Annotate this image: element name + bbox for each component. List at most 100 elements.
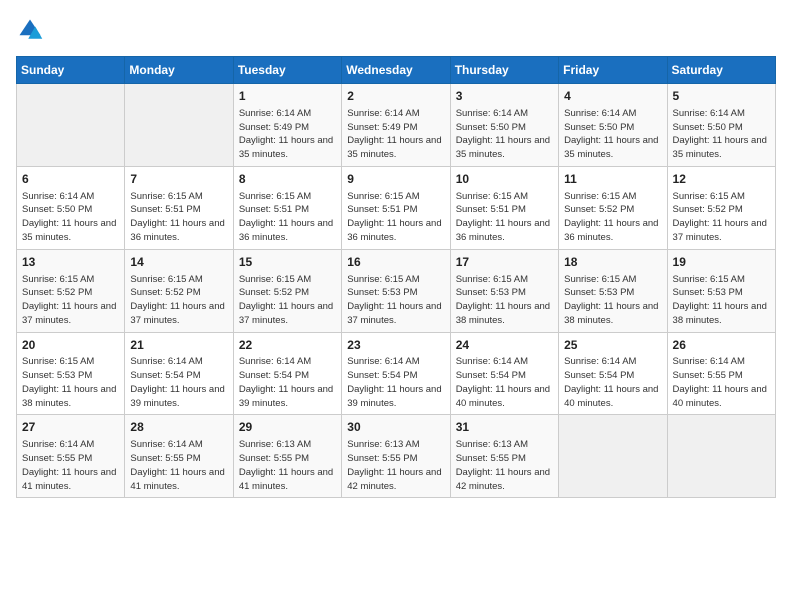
calendar-table: SundayMondayTuesdayWednesdayThursdayFrid… xyxy=(16,56,776,498)
header-day-saturday: Saturday xyxy=(667,57,775,84)
day-number: 9 xyxy=(347,171,444,188)
day-number: 26 xyxy=(673,337,770,354)
calendar-header: SundayMondayTuesdayWednesdayThursdayFrid… xyxy=(17,57,776,84)
day-number: 10 xyxy=(456,171,553,188)
calendar-cell: 29 Sunrise: 6:13 AM Sunset: 5:55 PM Dayli… xyxy=(233,415,341,498)
cell-content: Sunrise: 6:15 AM Sunset: 5:53 PM Dayligh… xyxy=(564,273,661,328)
cell-content: Sunrise: 6:14 AM Sunset: 5:54 PM Dayligh… xyxy=(564,355,661,410)
calendar-body: 1Sunrise: 6:14 AM Sunset: 5:49 PM Daylig… xyxy=(17,84,776,498)
header-day-monday: Monday xyxy=(125,57,233,84)
cell-content: Sunrise: 6:13 AM Sunset: 5:55 PM Dayligh… xyxy=(239,438,336,493)
day-number: 20 xyxy=(22,337,119,354)
cell-content: Sunrise: 6:14 AM Sunset: 5:55 PM Dayligh… xyxy=(22,438,119,493)
calendar-cell: 26Sunrise: 6:14 AM Sunset: 5:55 PM Dayli… xyxy=(667,332,775,415)
calendar-cell: 1Sunrise: 6:14 AM Sunset: 5:49 PM Daylig… xyxy=(233,84,341,167)
day-number: 3 xyxy=(456,88,553,105)
calendar-cell: 9Sunrise: 6:15 AM Sunset: 5:51 PM Daylig… xyxy=(342,166,450,249)
calendar-week-3: 13 Sunrise: 6:15 AM Sunset: 5:52 PM Dayli… xyxy=(17,249,776,332)
cell-content: Sunrise: 6:15 AM Sunset: 5:52 PM Dayligh… xyxy=(22,273,119,328)
calendar-cell: 17Sunrise: 6:15 AM Sunset: 5:53 PM Dayli… xyxy=(450,249,558,332)
header-day-friday: Friday xyxy=(559,57,667,84)
calendar-cell xyxy=(667,415,775,498)
cell-content: Sunrise: 6:15 AM Sunset: 5:51 PM Dayligh… xyxy=(456,190,553,245)
logo xyxy=(16,16,48,44)
day-number: 31 xyxy=(456,419,553,436)
cell-content: Sunrise: 6:14 AM Sunset: 5:50 PM Dayligh… xyxy=(22,190,119,245)
day-number: 22 xyxy=(239,337,336,354)
day-number: 4 xyxy=(564,88,661,105)
day-number: 14 xyxy=(130,254,227,271)
day-number: 25 xyxy=(564,337,661,354)
header-day-sunday: Sunday xyxy=(17,57,125,84)
day-number: 11 xyxy=(564,171,661,188)
day-number: 24 xyxy=(456,337,553,354)
day-number: 30 xyxy=(347,419,444,436)
cell-content: Sunrise: 6:14 AM Sunset: 5:50 PM Dayligh… xyxy=(673,107,770,162)
calendar-week-4: 20Sunrise: 6:15 AM Sunset: 5:53 PM Dayli… xyxy=(17,332,776,415)
header-day-tuesday: Tuesday xyxy=(233,57,341,84)
cell-content: Sunrise: 6:15 AM Sunset: 5:51 PM Dayligh… xyxy=(239,190,336,245)
cell-content: Sunrise: 6:15 AM Sunset: 5:52 PM Dayligh… xyxy=(564,190,661,245)
header-row: SundayMondayTuesdayWednesdayThursdayFrid… xyxy=(17,57,776,84)
calendar-week-5: 27 Sunrise: 6:14 AM Sunset: 5:55 PM Dayli… xyxy=(17,415,776,498)
calendar-cell: 23Sunrise: 6:14 AM Sunset: 5:54 PM Dayli… xyxy=(342,332,450,415)
cell-content: Sunrise: 6:14 AM Sunset: 5:55 PM Dayligh… xyxy=(130,438,227,493)
day-number: 28 xyxy=(130,419,227,436)
calendar-cell: 19 Sunrise: 6:15 AM Sunset: 5:53 PM Dayli… xyxy=(667,249,775,332)
calendar-cell xyxy=(559,415,667,498)
cell-content: Sunrise: 6:14 AM Sunset: 5:50 PM Dayligh… xyxy=(456,107,553,162)
calendar-week-2: 6 Sunrise: 6:14 AM Sunset: 5:50 PM Daylig… xyxy=(17,166,776,249)
calendar-cell: 18 Sunrise: 6:15 AM Sunset: 5:53 PM Dayli… xyxy=(559,249,667,332)
cell-content: Sunrise: 6:14 AM Sunset: 5:54 PM Dayligh… xyxy=(456,355,553,410)
cell-content: Sunrise: 6:15 AM Sunset: 5:53 PM Dayligh… xyxy=(673,273,770,328)
cell-content: Sunrise: 6:15 AM Sunset: 5:52 PM Dayligh… xyxy=(239,273,336,328)
cell-content: Sunrise: 6:14 AM Sunset: 5:55 PM Dayligh… xyxy=(673,355,770,410)
calendar-cell: 14 Sunrise: 6:15 AM Sunset: 5:52 PM Dayli… xyxy=(125,249,233,332)
calendar-cell: 25Sunrise: 6:14 AM Sunset: 5:54 PM Dayli… xyxy=(559,332,667,415)
calendar-cell: 31 Sunrise: 6:13 AM Sunset: 5:55 PM Dayli… xyxy=(450,415,558,498)
cell-content: Sunrise: 6:15 AM Sunset: 5:52 PM Dayligh… xyxy=(130,273,227,328)
header-day-wednesday: Wednesday xyxy=(342,57,450,84)
cell-content: Sunrise: 6:13 AM Sunset: 5:55 PM Dayligh… xyxy=(456,438,553,493)
calendar-cell: 13 Sunrise: 6:15 AM Sunset: 5:52 PM Dayli… xyxy=(17,249,125,332)
day-number: 16 xyxy=(347,254,444,271)
cell-content: Sunrise: 6:14 AM Sunset: 5:54 PM Dayligh… xyxy=(130,355,227,410)
calendar-cell: 5Sunrise: 6:14 AM Sunset: 5:50 PM Daylig… xyxy=(667,84,775,167)
cell-content: Sunrise: 6:15 AM Sunset: 5:53 PM Dayligh… xyxy=(22,355,119,410)
header-day-thursday: Thursday xyxy=(450,57,558,84)
day-number: 15 xyxy=(239,254,336,271)
calendar-cell: 16Sunrise: 6:15 AM Sunset: 5:53 PM Dayli… xyxy=(342,249,450,332)
calendar-cell: 6 Sunrise: 6:14 AM Sunset: 5:50 PM Daylig… xyxy=(17,166,125,249)
calendar-cell xyxy=(125,84,233,167)
calendar-cell: 4 Sunrise: 6:14 AM Sunset: 5:50 PM Daylig… xyxy=(559,84,667,167)
day-number: 29 xyxy=(239,419,336,436)
day-number: 6 xyxy=(22,171,119,188)
cell-content: Sunrise: 6:14 AM Sunset: 5:50 PM Dayligh… xyxy=(564,107,661,162)
cell-content: Sunrise: 6:15 AM Sunset: 5:52 PM Dayligh… xyxy=(673,190,770,245)
cell-content: Sunrise: 6:13 AM Sunset: 5:55 PM Dayligh… xyxy=(347,438,444,493)
calendar-cell: 11 Sunrise: 6:15 AM Sunset: 5:52 PM Dayli… xyxy=(559,166,667,249)
calendar-cell: 30 Sunrise: 6:13 AM Sunset: 5:55 PM Dayli… xyxy=(342,415,450,498)
day-number: 12 xyxy=(673,171,770,188)
calendar-cell xyxy=(17,84,125,167)
calendar-week-1: 1Sunrise: 6:14 AM Sunset: 5:49 PM Daylig… xyxy=(17,84,776,167)
logo-icon xyxy=(16,16,44,44)
day-number: 19 xyxy=(673,254,770,271)
cell-content: Sunrise: 6:14 AM Sunset: 5:54 PM Dayligh… xyxy=(347,355,444,410)
day-number: 23 xyxy=(347,337,444,354)
calendar-cell: 22Sunrise: 6:14 AM Sunset: 5:54 PM Dayli… xyxy=(233,332,341,415)
day-number: 27 xyxy=(22,419,119,436)
cell-content: Sunrise: 6:14 AM Sunset: 5:54 PM Dayligh… xyxy=(239,355,336,410)
cell-content: Sunrise: 6:14 AM Sunset: 5:49 PM Dayligh… xyxy=(347,107,444,162)
calendar-cell: 20Sunrise: 6:15 AM Sunset: 5:53 PM Dayli… xyxy=(17,332,125,415)
calendar-cell: 10 Sunrise: 6:15 AM Sunset: 5:51 PM Dayli… xyxy=(450,166,558,249)
day-number: 18 xyxy=(564,254,661,271)
day-number: 2 xyxy=(347,88,444,105)
day-number: 8 xyxy=(239,171,336,188)
calendar-cell: 28 Sunrise: 6:14 AM Sunset: 5:55 PM Dayli… xyxy=(125,415,233,498)
day-number: 13 xyxy=(22,254,119,271)
calendar-cell: 21Sunrise: 6:14 AM Sunset: 5:54 PM Dayli… xyxy=(125,332,233,415)
cell-content: Sunrise: 6:14 AM Sunset: 5:49 PM Dayligh… xyxy=(239,107,336,162)
cell-content: Sunrise: 6:15 AM Sunset: 5:51 PM Dayligh… xyxy=(130,190,227,245)
calendar-cell: 12 Sunrise: 6:15 AM Sunset: 5:52 PM Dayli… xyxy=(667,166,775,249)
